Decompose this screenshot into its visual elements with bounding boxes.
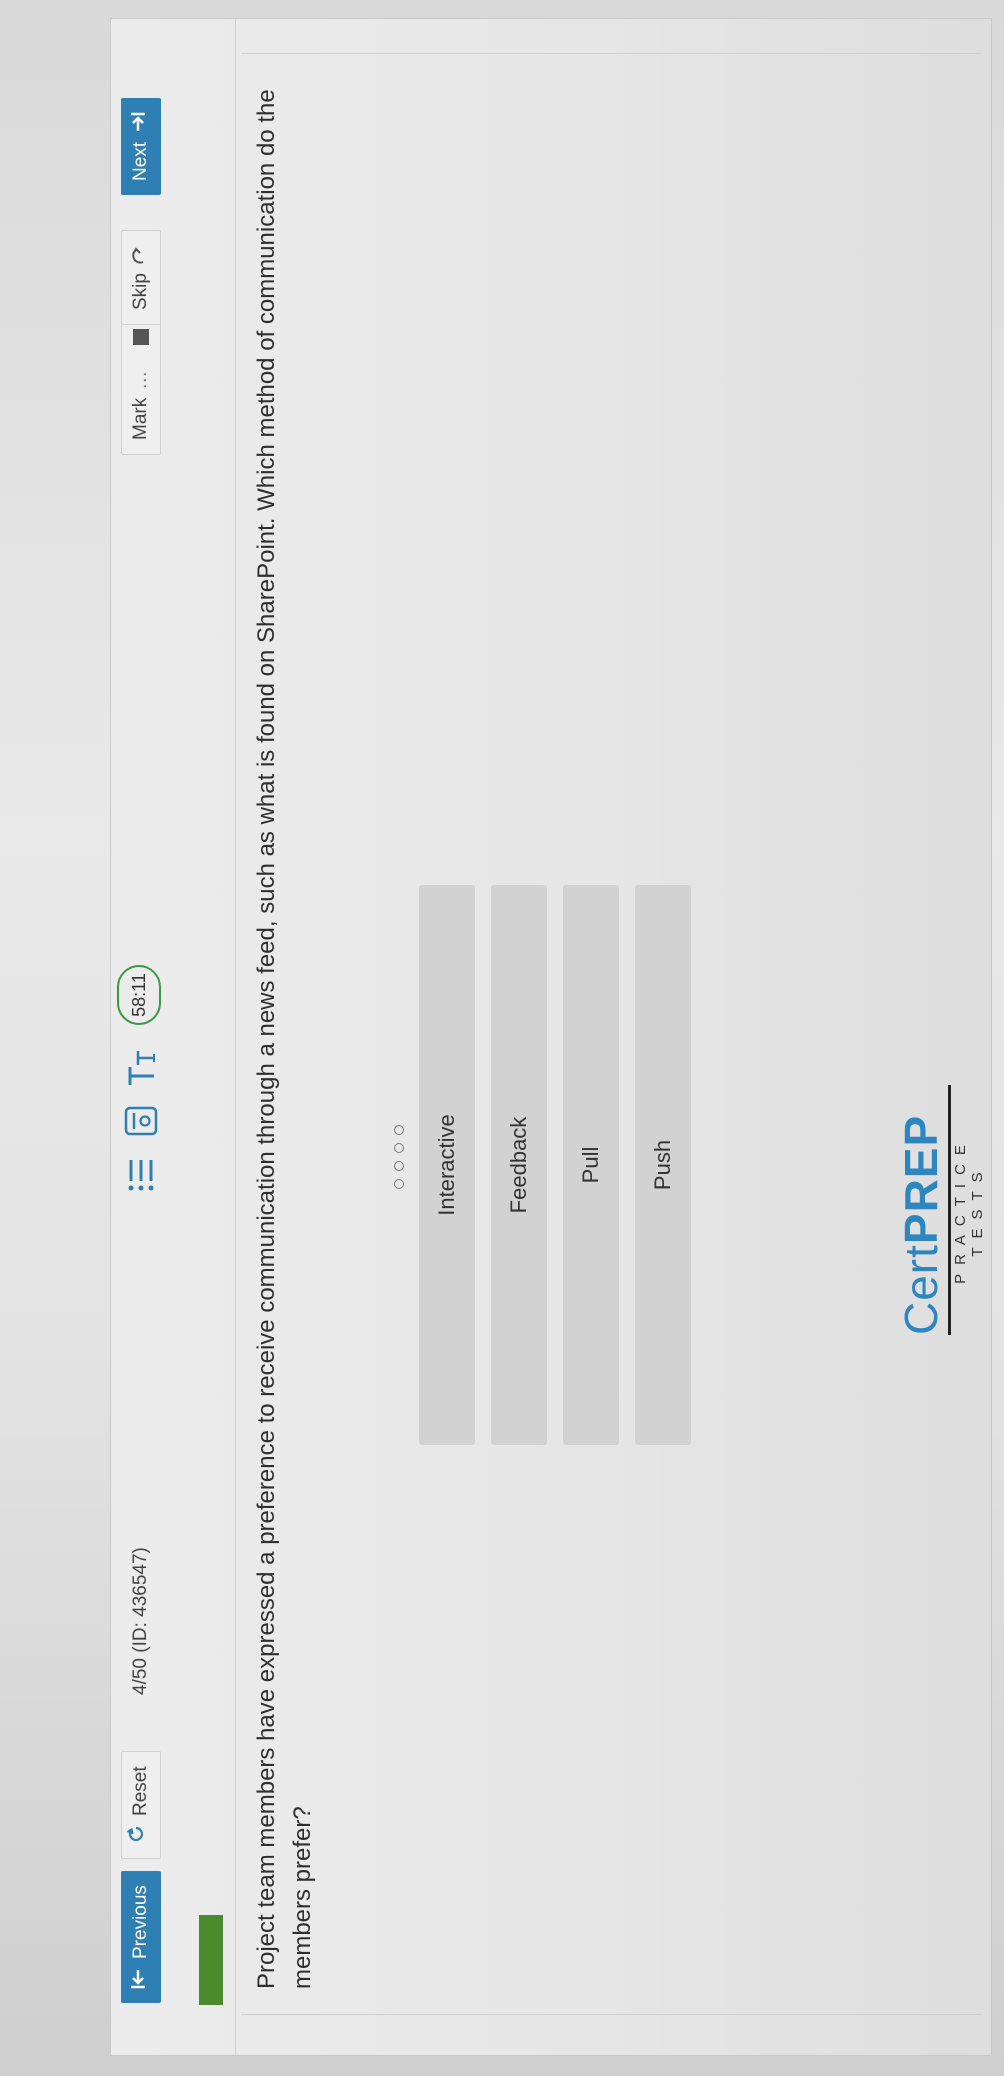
logo-cert: Cert — [895, 1244, 947, 1335]
skip-icon — [121, 245, 161, 265]
question-text: Project team members have expressed a pr… — [253, 89, 316, 1989]
logo-rule — [948, 1085, 951, 1335]
ellipsis-icon: … — [130, 370, 151, 390]
skip-label: Skip — [130, 273, 151, 310]
toolbar-divider — [235, 19, 236, 2055]
logo-tagline: PRACTICE TESTS — [952, 1136, 986, 1284]
answer-option-interactive[interactable]: Interactive — [419, 885, 475, 1445]
flag-box-icon — [133, 328, 149, 345]
answer-option-pull[interactable]: Pull — [563, 885, 619, 1445]
dot — [394, 1161, 404, 1171]
dot — [394, 1125, 404, 1135]
drag-handle-icon — [394, 1125, 404, 1189]
logo-prep: PREP — [895, 1114, 947, 1245]
skip-button[interactable]: Skip — [121, 230, 161, 325]
reset-label: Reset — [130, 1766, 151, 1816]
toolbar: Previous Reset 4/50 (ID: 436547) 58:11 M… — [111, 19, 231, 2055]
reset-button[interactable]: Reset — [121, 1751, 161, 1859]
option-label: Push — [650, 1139, 675, 1191]
previous-label: Previous — [130, 1885, 151, 1959]
reset-icon — [121, 1824, 161, 1844]
first-arrow-icon — [121, 1967, 161, 1989]
list-icon[interactable] — [119, 1153, 163, 1197]
mark-label: Mark — [130, 397, 151, 440]
logo-wordmark: CertPREP — [895, 975, 947, 1335]
answer-option-feedback[interactable]: Feedback — [491, 885, 547, 1445]
next-label: Next — [130, 141, 151, 181]
certprep-logo: CertPREP PRACTICE TESTS — [895, 975, 986, 1335]
timer-text: 58:11 — [128, 973, 149, 1017]
answer-option-push[interactable]: Push — [635, 885, 691, 1445]
exam-screen: Previous Reset 4/50 (ID: 436547) 58:11 M… — [110, 18, 992, 2056]
previous-button[interactable]: Previous — [121, 1871, 161, 2003]
dot — [394, 1179, 404, 1189]
next-button[interactable]: Next — [121, 97, 161, 195]
timer: 58:11 — [117, 965, 161, 1025]
last-arrow-icon — [121, 112, 161, 134]
mark-button[interactable]: Mark … — [121, 313, 161, 455]
photo-stage: Previous Reset 4/50 (ID: 436547) 58:11 M… — [0, 0, 1004, 2076]
question-counter: 4/50 (ID: 436547) — [130, 1547, 151, 1695]
option-label: Interactive — [434, 1114, 459, 1216]
option-label: Feedback — [506, 1116, 531, 1214]
text-size-icon[interactable] — [119, 1045, 163, 1089]
dot — [394, 1143, 404, 1153]
option-label: Pull — [578, 1146, 603, 1184]
calculator-icon[interactable] — [119, 1099, 163, 1143]
progress-indicator — [199, 1915, 223, 2005]
